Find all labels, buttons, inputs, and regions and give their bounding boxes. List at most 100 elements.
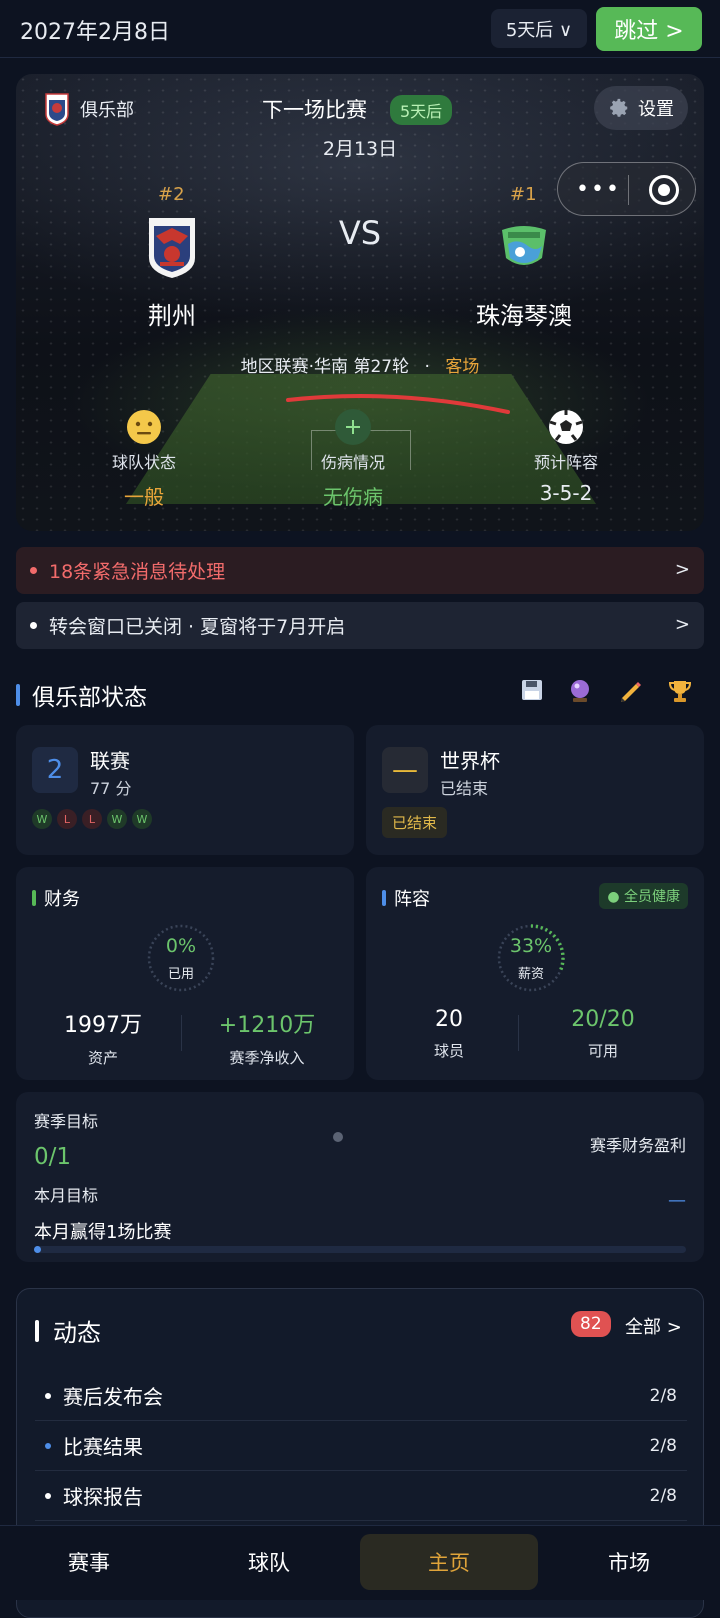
form-result: W xyxy=(107,809,127,829)
assets-label: 资产 xyxy=(87,1049,118,1067)
world-cup-card[interactable]: — 世界杯 已结束 已结束 xyxy=(366,725,704,855)
ended-tag: 已结束 xyxy=(382,807,448,838)
next-match-card[interactable]: 俱乐部 下一场比赛 5天后 2月13日 设置 ••• #2 #1 VS 荆州 珠… xyxy=(16,74,704,531)
info-dot-icon xyxy=(30,622,37,629)
stat-value: 一般 xyxy=(124,485,164,509)
bullet-icon xyxy=(45,1442,51,1449)
vs-label: VS xyxy=(338,214,382,252)
health-dot-icon: ● xyxy=(607,889,624,905)
bottom-navigation: 赛事 球队 主页 市场 xyxy=(0,1525,720,1600)
view-all-link[interactable]: 全部 > xyxy=(625,1313,682,1339)
mini-program-capsule[interactable]: ••• xyxy=(557,162,696,216)
activity-text: 赛后发布会 xyxy=(63,1385,163,1409)
health-status-badge: ● 全员健康 xyxy=(599,883,688,909)
save-icon[interactable] xyxy=(518,678,546,706)
venue-label: 客场 xyxy=(445,357,480,377)
club-status-title: 俱乐部状态 xyxy=(32,685,147,711)
transfer-window-bar[interactable]: 转会窗口已关闭 · 夏窗将于7月开启 > xyxy=(16,602,704,649)
current-date: 2027年2月8日 xyxy=(20,20,170,45)
progress-fill xyxy=(34,1246,41,1253)
finance-header: 财务 xyxy=(32,885,80,911)
trophy-icon[interactable] xyxy=(666,678,694,706)
tab-matches[interactable]: 赛事 xyxy=(0,1534,178,1590)
stat-label: 预计阵容 xyxy=(533,453,598,472)
available-value: 20/20 xyxy=(571,1007,635,1032)
home-team-name[interactable]: 荆州 xyxy=(72,296,272,331)
away-team-name[interactable]: 珠海琴澳 xyxy=(424,296,624,331)
league-round-line: 地区联赛·华南 第27轮 · 客场 xyxy=(16,352,704,377)
form-result: W xyxy=(132,809,152,829)
players-label: 球员 xyxy=(433,1042,464,1060)
soccer-ball-icon xyxy=(548,409,584,445)
transfer-window-text: 转会窗口已关闭 · 夏窗将于7月开启 xyxy=(49,616,346,638)
list-item[interactable]: 赛后发布会 2/8 xyxy=(35,1371,687,1421)
finance-card[interactable]: 财务 0% 已用 1997万 资产 +1210万 赛季净收入 xyxy=(16,867,354,1080)
players-value: 20 xyxy=(435,1007,463,1032)
stat-label: 伤病情况 xyxy=(320,453,385,472)
next-match-title: 下一场比赛 xyxy=(262,98,367,122)
formation-stat[interactable]: 预计阵容 3-5-2 xyxy=(486,409,646,505)
section-accent-bar xyxy=(35,1319,39,1342)
activity-title: 动态 xyxy=(53,1319,101,1347)
urgent-messages-text: 18条紧急消息待处理 xyxy=(49,561,226,583)
ring-label: 薪资 xyxy=(517,967,544,982)
activity-header: 动态 xyxy=(35,1313,101,1348)
squad-title: 阵容 xyxy=(394,889,430,910)
activity-count-badge: 82 xyxy=(571,1311,611,1337)
team-form-stat[interactable]: 球队状态 一般 xyxy=(64,409,224,510)
players-kpi: 20 球员 xyxy=(374,1007,524,1061)
match-date: 2月13日 xyxy=(322,138,398,160)
more-icon[interactable]: ••• xyxy=(576,177,621,202)
month-goal-progress-bar xyxy=(34,1246,686,1253)
activity-text: 比赛结果 xyxy=(63,1435,143,1459)
alert-dot-icon xyxy=(30,567,37,574)
bullet-icon xyxy=(45,1392,51,1399)
league-card[interactable]: 2 联赛 77 分 W L L W W xyxy=(16,725,354,855)
assets-kpi: 1997万 资产 xyxy=(28,1007,178,1068)
close-target-icon[interactable] xyxy=(649,175,679,205)
activity-text: 球探报告 xyxy=(63,1485,143,1509)
budget-used-ring: 0% 已用 xyxy=(146,923,216,993)
month-goal-label: 本月目标 xyxy=(34,1186,99,1205)
injury-stat[interactable]: 伤病情况 无伤病 xyxy=(273,409,433,510)
wage-ring: 33% 薪资 xyxy=(496,923,566,993)
advance-days-select[interactable]: 5天后 ∨ xyxy=(491,9,587,48)
month-goal-status: — xyxy=(668,1190,686,1211)
ring-percent: 0% xyxy=(165,935,197,957)
club-button[interactable]: 俱乐部 xyxy=(44,92,134,126)
crystal-ball-icon[interactable] xyxy=(566,678,594,706)
income-value: +1210万 xyxy=(218,1013,316,1038)
tab-team[interactable]: 球队 xyxy=(180,1534,358,1590)
club-crest-icon xyxy=(45,93,69,126)
list-item[interactable]: 球探报告 2/8 xyxy=(35,1471,687,1521)
goals-card[interactable]: 赛季目标 0/1 赛季财务盈利 本月目标 — 本月赢得1场比赛 xyxy=(16,1092,704,1262)
chevron-right-icon: > xyxy=(674,614,690,635)
pencil-icon[interactable] xyxy=(617,678,645,706)
league-title: 联赛 xyxy=(90,749,130,773)
top-bar: 2027年2月8日 5天后 ∨ 跳过 > xyxy=(0,0,720,58)
squad-header: 阵容 xyxy=(382,885,430,911)
tab-market[interactable]: 市场 xyxy=(540,1534,718,1590)
club-status-header: 俱乐部状态 xyxy=(16,678,147,712)
activity-date: 2/8 xyxy=(649,1435,677,1456)
activity-date: 2/8 xyxy=(649,1385,677,1406)
separator: · xyxy=(424,357,430,377)
assets-value: 1997万 xyxy=(64,1013,142,1038)
income-label: 赛季净收入 xyxy=(229,1049,305,1067)
skip-button[interactable]: 跳过 > xyxy=(596,7,702,51)
bullet-icon xyxy=(45,1492,51,1499)
world-cup-title: 世界杯 xyxy=(440,749,500,773)
settings-button[interactable]: 设置 xyxy=(594,86,688,130)
finance-title: 财务 xyxy=(44,889,80,910)
squad-card[interactable]: 阵容 ● 全员健康 33% 薪资 20 球员 20/20 可用 xyxy=(366,867,704,1080)
tab-home[interactable]: 主页 xyxy=(360,1534,538,1590)
days-until-badge: 5天后 xyxy=(390,95,453,125)
home-rank: #2 xyxy=(158,184,185,205)
ring-percent: 33% xyxy=(509,935,553,957)
season-goal-progress: 0/1 xyxy=(34,1144,72,1170)
recent-form: W L L W W xyxy=(32,809,152,829)
activity-date: 2/8 xyxy=(649,1485,677,1506)
urgent-messages-bar[interactable]: 18条紧急消息待处理 > xyxy=(16,547,704,594)
ring-label: 已用 xyxy=(167,967,194,982)
list-item[interactable]: 比赛结果 2/8 xyxy=(35,1421,687,1471)
